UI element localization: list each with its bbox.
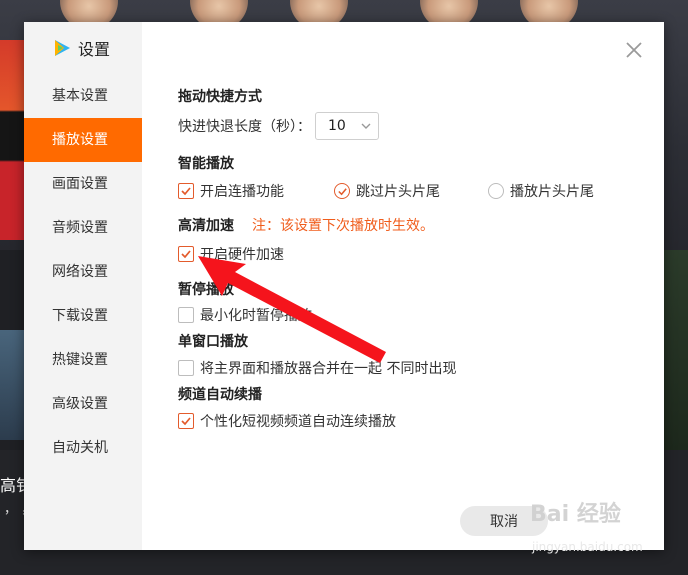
hardware-accel-option[interactable]: 开启硬件加速 <box>178 244 284 264</box>
seek-length-value: 10 <box>328 118 346 134</box>
continuous-play-label: 开启连播功能 <box>200 184 284 200</box>
play-intro-outro-option[interactable]: 播放片头片尾 <box>488 181 594 201</box>
dialog-header: 设置 <box>52 36 110 60</box>
watermark-url: jingyan.baidu.com <box>532 540 643 554</box>
pause-on-minimize-option[interactable]: 最小化时暂停播放 <box>178 305 312 325</box>
short-video-autoplay-checkbox[interactable] <box>178 413 194 429</box>
merge-window-checkbox[interactable] <box>178 360 194 376</box>
sidebar-item-picture[interactable]: 画面设置 <box>24 162 142 206</box>
short-video-autoplay-option[interactable]: 个性化短视频频道自动连续播放 <box>178 411 396 431</box>
pause-on-minimize-checkbox[interactable] <box>178 307 194 323</box>
sidebar-item-hotkeys[interactable]: 热键设置 <box>24 338 142 382</box>
sidebar-item-basic[interactable]: 基本设置 <box>24 74 142 118</box>
background-thumbnail <box>664 250 688 450</box>
seek-length-label: 快进快退长度（秒）： <box>178 119 311 135</box>
check-icon <box>337 187 347 195</box>
sidebar-item-auto-shutdown[interactable]: 自动关机 <box>24 426 142 470</box>
short-video-autoplay-label: 个性化短视频频道自动连续播放 <box>200 414 396 430</box>
section-title-hd-accel: 高清加速 <box>178 218 234 234</box>
chevron-down-icon <box>361 123 371 129</box>
tencent-video-logo-icon <box>55 40 70 56</box>
check-icon <box>181 417 191 426</box>
skip-intro-outro-radio[interactable] <box>334 183 350 199</box>
check-icon <box>181 187 191 196</box>
merge-window-option[interactable]: 将主界面和播放器合并在一起 不同时出现 <box>178 358 456 378</box>
sidebar-item-advanced[interactable]: 高级设置 <box>24 382 142 426</box>
seek-length-row: 快进快退长度（秒）： 10 <box>178 112 379 140</box>
dialog-title: 设置 <box>78 40 111 59</box>
section-title-single-window: 单窗口播放 <box>178 334 248 350</box>
continuous-play-option[interactable]: 开启连播功能 <box>178 181 284 201</box>
continuous-play-checkbox[interactable] <box>178 183 194 199</box>
section-title-smart-play: 智能播放 <box>178 156 234 172</box>
section-title-drag-shortcut: 拖动快捷方式 <box>178 89 262 105</box>
background-promo <box>0 40 24 240</box>
play-intro-outro-radio[interactable] <box>488 183 504 199</box>
sidebar-item-network[interactable]: 网络设置 <box>24 250 142 294</box>
pause-on-minimize-label: 最小化时暂停播放 <box>200 308 312 324</box>
hardware-accel-label: 开启硬件加速 <box>200 247 284 263</box>
skip-intro-outro-option[interactable]: 跳过片头片尾 <box>334 181 440 201</box>
hd-accel-header: 高清加速 注：该设置下次播放时生效。 <box>178 215 434 235</box>
sidebar-item-audio[interactable]: 音频设置 <box>24 206 142 250</box>
sidebar-item-download[interactable]: 下载设置 <box>24 294 142 338</box>
merge-window-label: 将主界面和播放器合并在一起 不同时出现 <box>200 361 457 377</box>
seek-length-select[interactable]: 10 <box>315 112 379 140</box>
hd-accel-note: 注：该设置下次播放时生效。 <box>252 218 434 234</box>
settings-dialog: 设置 基本设置 播放设置 画面设置 音频设置 网络设置 下载设置 热键设置 高级… <box>24 22 664 550</box>
playback-settings-panel: 拖动快捷方式 快进快退长度（秒）： 10 智能播放 开启连播功能 跳过片头片尾 <box>142 22 664 550</box>
hardware-accel-checkbox[interactable] <box>178 246 194 262</box>
section-title-pause-play: 暂停播放 <box>178 282 234 298</box>
check-icon <box>181 250 191 259</box>
section-title-channel-auto: 频道自动续播 <box>178 387 262 403</box>
settings-sidebar: 设置 基本设置 播放设置 画面设置 音频设置 网络设置 下载设置 热键设置 高级… <box>24 22 142 550</box>
play-intro-outro-label: 播放片头片尾 <box>510 184 594 200</box>
sidebar-item-playback[interactable]: 播放设置 <box>24 118 142 162</box>
baidu-jingyan-watermark: Bai 经验 <box>530 502 621 527</box>
settings-nav: 基本设置 播放设置 画面设置 音频设置 网络设置 下载设置 热键设置 高级设置 … <box>24 74 142 470</box>
background-thumbnail <box>0 330 24 440</box>
skip-intro-outro-label: 跳过片头片尾 <box>356 184 440 200</box>
